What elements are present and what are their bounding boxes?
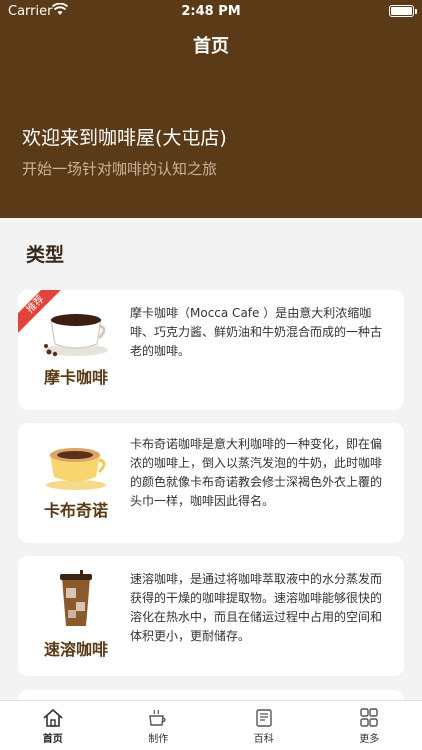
tab-label: 首页: [42, 734, 63, 745]
header-banner: Carrier 2:48 PM 首页 欢迎来到咖啡屋(大屯店) 开始一场针对咖啡…: [0, 0, 422, 218]
mocha-cup-icon: [44, 314, 108, 357]
cappuccino-cup-icon: [46, 448, 106, 490]
coffee-cup-icon: [149, 709, 166, 726]
iced-coffee-icon: [60, 570, 92, 626]
welcome-subtitle: 开始一场针对咖啡的认知之旅: [22, 160, 218, 178]
coffee-card-instant[interactable]: 速溶咖啡 速溶咖啡，是通过将咖啡萃取液中的水分蒸发而获得的干燥的咖啡提取物。速溶…: [18, 556, 404, 676]
grid-icon: [360, 708, 378, 727]
coffee-description: 摩卡咖啡（Mocca Cafe ）是由意大利浓缩咖啡、巧克力酱、鲜奶油和牛奶混合…: [130, 306, 383, 358]
book-icon: [256, 709, 272, 727]
coffee-thumb: 速溶咖啡: [30, 570, 122, 660]
tab-home[interactable]: 首页: [0, 701, 106, 750]
coffee-thumb: 摩卡咖啡: [30, 306, 122, 388]
section-title: 类型: [26, 244, 65, 266]
tab-more[interactable]: 更多: [317, 701, 422, 750]
tab-label: 更多: [359, 734, 380, 745]
tab-encyclopedia[interactable]: 百科: [211, 701, 317, 750]
page-title: 首页: [193, 36, 229, 57]
coffee-name: 卡布奇诺: [43, 501, 108, 520]
tab-label: 百科: [253, 734, 274, 745]
coffee-description: 速溶咖啡，是通过将咖啡萃取液中的水分蒸发而获得的干燥的咖啡提取物。速溶咖啡能够很…: [130, 572, 383, 643]
home-icon: [43, 708, 63, 727]
tab-bar: 首页 制作 百科 更多: [0, 700, 422, 750]
welcome-title: 欢迎来到咖啡屋(大屯店): [22, 127, 227, 149]
coffee-name: 摩卡咖啡: [43, 368, 108, 387]
clock: 2:48 PM: [181, 4, 241, 19]
coffee-thumb: 卡布奇诺: [30, 443, 122, 521]
battery-icon: [389, 5, 417, 17]
coffee-card-mocha[interactable]: 推荐 摩卡咖啡 摩卡咖啡（Mocca Cafe ）是由意大利浓缩咖啡、巧克力酱、…: [18, 290, 404, 410]
coffee-card-cappuccino[interactable]: 卡布奇诺 卡布奇诺咖啡是意大利咖啡的一种变化，即在偏浓的咖啡上，倒入以蒸汽发泡的…: [18, 423, 404, 543]
coffee-name: 速溶咖啡: [43, 640, 108, 659]
tab-label: 制作: [148, 734, 169, 745]
coffee-description: 卡布奇诺咖啡是意大利咖啡的一种变化，即在偏浓的咖啡上，倒入以蒸汽发泡的牛奶，此时…: [130, 437, 383, 508]
tab-make[interactable]: 制作: [106, 701, 212, 750]
status-bar: Carrier 2:48 PM: [0, 0, 422, 24]
